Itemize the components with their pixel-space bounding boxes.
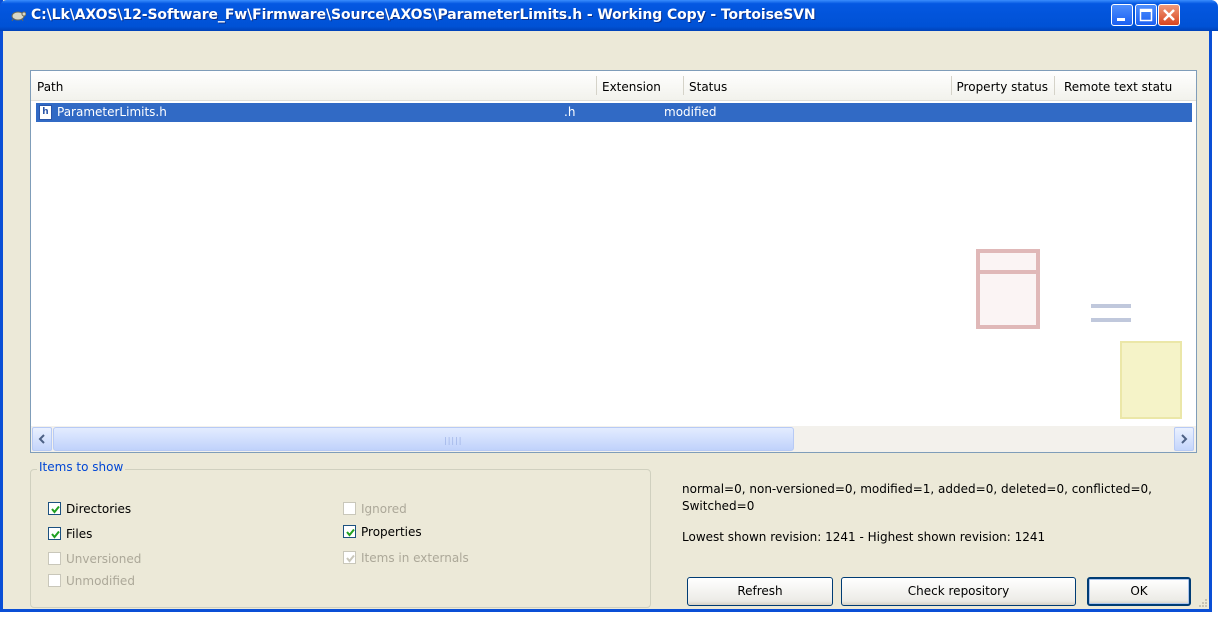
close-icon (1163, 9, 1175, 21)
checkbox-label: Properties (361, 525, 422, 539)
status-counts: normal=0, non-versioned=0, modified=1, a… (682, 482, 1152, 513)
window-title: C:\Lk\AXOS\12-Software_Fw\Firmware\Sourc… (31, 7, 816, 23)
scroll-thumb[interactable]: ||||| (53, 427, 794, 451)
items-to-show-label: Items to show (37, 460, 126, 474)
close-button[interactable] (1158, 4, 1180, 26)
checkmark-icon (346, 554, 355, 563)
checkmark-icon (51, 505, 60, 514)
minimize-icon (1117, 18, 1125, 21)
checkmark-icon (346, 528, 355, 537)
compare-watermark-icon (976, 249, 1182, 419)
checkbox-label: Unversioned (66, 552, 142, 566)
checkbox-label: Items in externals (361, 551, 469, 565)
grip-icon: ||||| (444, 436, 463, 445)
minimize-button[interactable] (1111, 4, 1133, 26)
scroll-left-button[interactable] (32, 427, 52, 451)
checkbox-label: Files (66, 527, 93, 541)
horizontal-scrollbar[interactable]: ||||| (31, 426, 1196, 452)
refresh-button[interactable]: Refresh (687, 577, 833, 606)
scroll-right-button[interactable] (1174, 427, 1194, 451)
checkbox-label: Ignored (361, 502, 407, 516)
tortoise-icon (11, 11, 26, 22)
check-repository-button[interactable]: Check repository (841, 577, 1076, 606)
maximize-icon (1139, 8, 1153, 22)
chevron-right-icon (1181, 434, 1188, 444)
checkbox-label: Unmodified (66, 574, 135, 588)
chevron-left-icon (38, 434, 45, 444)
maximize-button[interactable] (1135, 4, 1157, 26)
title-bar[interactable]: C:\Lk\AXOS\12-Software_Fw\Firmware\Sourc… (0, 0, 1218, 31)
checkbox-label: Directories (66, 502, 132, 516)
resize-grip-icon[interactable] (1198, 598, 1208, 608)
ok-button[interactable]: OK (1087, 577, 1191, 606)
revision-range: Lowest shown revision: 1241 - Highest sh… (682, 530, 1046, 544)
checkmark-icon (51, 530, 60, 539)
file-list[interactable]: Path Extension Status Property status Re… (30, 70, 1197, 453)
